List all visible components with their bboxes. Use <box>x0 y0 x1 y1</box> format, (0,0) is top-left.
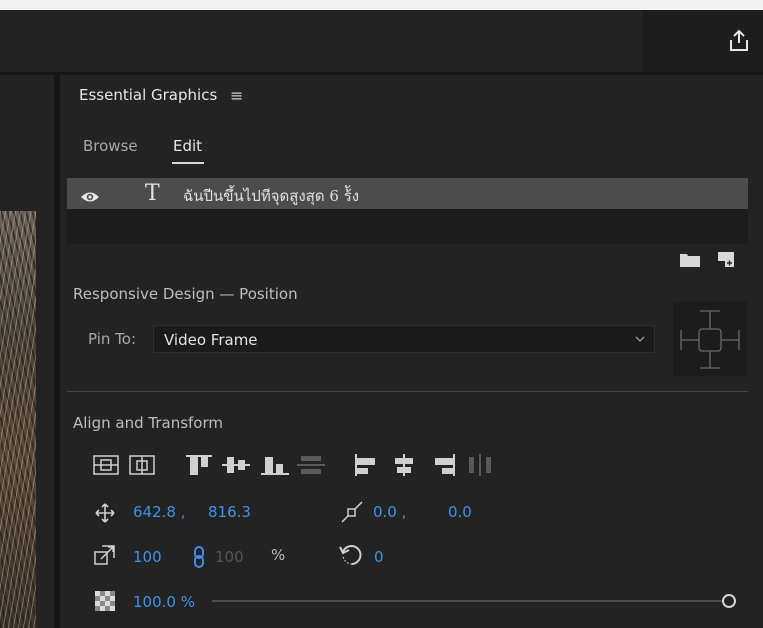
anchor-x-value[interactable]: 0.0 , <box>373 503 406 521</box>
chevron-down-icon <box>635 336 645 342</box>
align-horizontal-center-icon[interactable] <box>391 454 417 476</box>
scale-icon <box>94 545 115 565</box>
responsive-design-title: Responsive Design — Position <box>73 285 298 303</box>
new-layer-icon[interactable] <box>718 252 734 267</box>
scale-value[interactable]: 100 <box>133 548 162 566</box>
position-x-value[interactable]: 642.8 , <box>133 503 185 521</box>
align-transform-title: Align and Transform <box>73 414 223 432</box>
align-to-selection-icon[interactable] <box>93 455 119 475</box>
opacity-value[interactable]: 100.0 % <box>133 593 195 611</box>
section-divider <box>67 391 748 392</box>
rotation-value[interactable]: 0 <box>374 548 384 566</box>
share-icon[interactable] <box>727 29 751 53</box>
eye-icon[interactable] <box>80 191 100 203</box>
video-preview <box>0 211 36 628</box>
opacity-slider-handle[interactable] <box>722 594 736 608</box>
rotation-icon <box>339 545 362 565</box>
panel-menu-icon[interactable]: ≡ <box>230 86 243 105</box>
tab-browse[interactable]: Browse <box>83 137 138 155</box>
anchor-y-value[interactable]: 0.0 <box>448 503 472 521</box>
align-vertical-center-icon[interactable] <box>222 454 250 476</box>
folder-icon[interactable] <box>680 253 700 267</box>
pin-to-label: Pin To: <box>88 330 137 348</box>
pin-edges-widget[interactable] <box>673 302 747 376</box>
pin-to-value: Video Frame <box>164 331 258 349</box>
align-top-icon[interactable] <box>186 454 212 476</box>
link-icon[interactable] <box>192 545 206 569</box>
scale-linked-value: 100 <box>215 548 244 566</box>
align-left-icon[interactable] <box>354 454 380 476</box>
layer-name[interactable]: ฉันปีนขึ้นไปทีจุดสูงสุด 6 ร้ัง <box>183 184 359 208</box>
panel-title: Essential Graphics <box>79 86 218 104</box>
align-to-frame-icon[interactable] <box>129 455 155 475</box>
text-layer-icon: T <box>145 181 160 206</box>
pin-to-dropdown[interactable]: Video Frame <box>153 325 655 353</box>
layer-list-empty-area <box>67 209 748 244</box>
tab-edit[interactable]: Edit <box>173 137 202 155</box>
align-right-icon[interactable] <box>430 454 456 476</box>
anchor-point-icon <box>341 501 363 523</box>
move-icon <box>95 503 115 523</box>
opacity-icon <box>95 591 115 611</box>
position-y-value[interactable]: 816.3 <box>208 503 251 521</box>
active-tab-indicator <box>172 162 204 164</box>
top-strip <box>0 0 763 10</box>
layer-row[interactable] <box>67 178 748 209</box>
scale-unit: % <box>271 546 286 564</box>
opacity-slider-track[interactable] <box>212 600 724 602</box>
align-bottom-icon[interactable] <box>261 454 289 476</box>
distribute-horizontal-icon <box>469 454 491 476</box>
distribute-vertical-icon <box>297 456 325 474</box>
